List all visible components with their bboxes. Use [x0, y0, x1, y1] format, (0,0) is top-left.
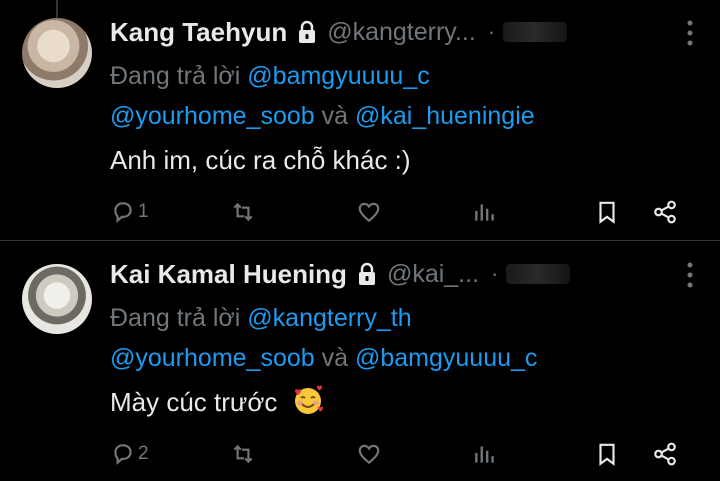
analytics-icon	[475, 204, 494, 221]
share-icon	[654, 442, 676, 466]
reply-count: 1	[138, 201, 149, 222]
views-button[interactable]	[472, 438, 498, 470]
replying-to-line-2: @yourhome_soob và @kai_hueningie	[110, 96, 535, 136]
reply-icon	[114, 444, 132, 466]
bookmark-button[interactable]	[594, 196, 620, 228]
more-options-icon[interactable]	[686, 18, 694, 48]
replying-to-line: Đang trả lời @kangterry_th	[110, 298, 412, 338]
action-bar: 1	[110, 196, 700, 228]
share-button[interactable]	[652, 438, 678, 470]
separator-dot: ·	[491, 261, 499, 286]
like-button[interactable]	[356, 196, 382, 228]
avatar[interactable]	[22, 18, 92, 88]
and-word: và	[321, 344, 349, 372]
separator-dot: ·	[487, 19, 496, 44]
timestamp-obscured	[503, 22, 568, 42]
replying-to-line-2: @yourhome_soob và @bamgyuuuu_c	[110, 338, 537, 378]
views-button[interactable]	[472, 196, 498, 228]
analytics-icon	[475, 446, 494, 463]
more-options-icon[interactable]	[686, 260, 694, 290]
tweet-header: Kang Taehyun @kangterry... ·	[110, 14, 568, 50]
mention-link[interactable]: @kangterry_th	[247, 304, 411, 332]
timestamp-obscured	[506, 264, 571, 284]
tweet-header: Kai Kamal Huening @kai_... ·	[110, 256, 571, 292]
heart-icon	[358, 444, 380, 465]
reply-count: 2	[138, 443, 149, 464]
reply-button[interactable]: 1	[110, 196, 149, 228]
replying-prefix: Đang trả lời	[110, 304, 241, 332]
replying-to-line: Đang trả lời @bamgyuuuu_c	[110, 56, 430, 96]
retweet-button[interactable]	[230, 196, 256, 228]
smiling-face-with-hearts-icon	[294, 385, 323, 414]
retweet-icon	[233, 444, 253, 464]
mention-link[interactable]: @bamgyuuuu_c	[247, 62, 429, 90]
mention-link[interactable]: @bamgyuuuu_c	[355, 344, 537, 372]
heart-icon	[358, 202, 380, 223]
bookmark-button[interactable]	[594, 438, 620, 470]
avatar[interactable]	[22, 264, 92, 334]
tweet[interactable]: Kang Taehyun @kangterry... · Đang trả lờ…	[0, 0, 720, 240]
replying-prefix: Đang trả lời	[110, 62, 241, 90]
tweet-text-content: Mày cúc trước	[110, 387, 278, 417]
tweet-text: Anh im, cúc ra chỗ khác :)	[110, 145, 411, 175]
mention-link[interactable]: @kai_hueningie	[355, 102, 535, 130]
user-handle[interactable]: @kai_...	[387, 260, 479, 289]
retweet-icon	[233, 202, 253, 222]
display-name[interactable]: Kai Kamal Huening	[110, 259, 347, 290]
share-icon	[654, 200, 676, 224]
share-button[interactable]	[652, 196, 678, 228]
bookmark-icon	[599, 201, 615, 224]
lock-icon	[358, 262, 375, 285]
tweet-text: Mày cúc trước	[110, 382, 325, 422]
mention-link[interactable]: @yourhome_soob	[110, 344, 315, 372]
mention-link[interactable]: @yourhome_soob	[110, 102, 315, 130]
retweet-button[interactable]	[230, 438, 256, 470]
lock-icon	[299, 20, 316, 43]
bookmark-icon	[599, 443, 615, 466]
reply-button[interactable]: 2	[110, 438, 149, 470]
display-name[interactable]: Kang Taehyun	[110, 17, 287, 48]
reply-icon	[114, 202, 132, 224]
tweet-divider	[0, 240, 720, 241]
and-word: và	[321, 102, 349, 130]
like-button[interactable]	[356, 438, 382, 470]
action-bar: 2	[110, 438, 700, 470]
tweet[interactable]: Kai Kamal Huening @kai_... · Đang trả lờ…	[0, 242, 720, 481]
user-handle[interactable]: @kangterry...	[327, 18, 476, 47]
